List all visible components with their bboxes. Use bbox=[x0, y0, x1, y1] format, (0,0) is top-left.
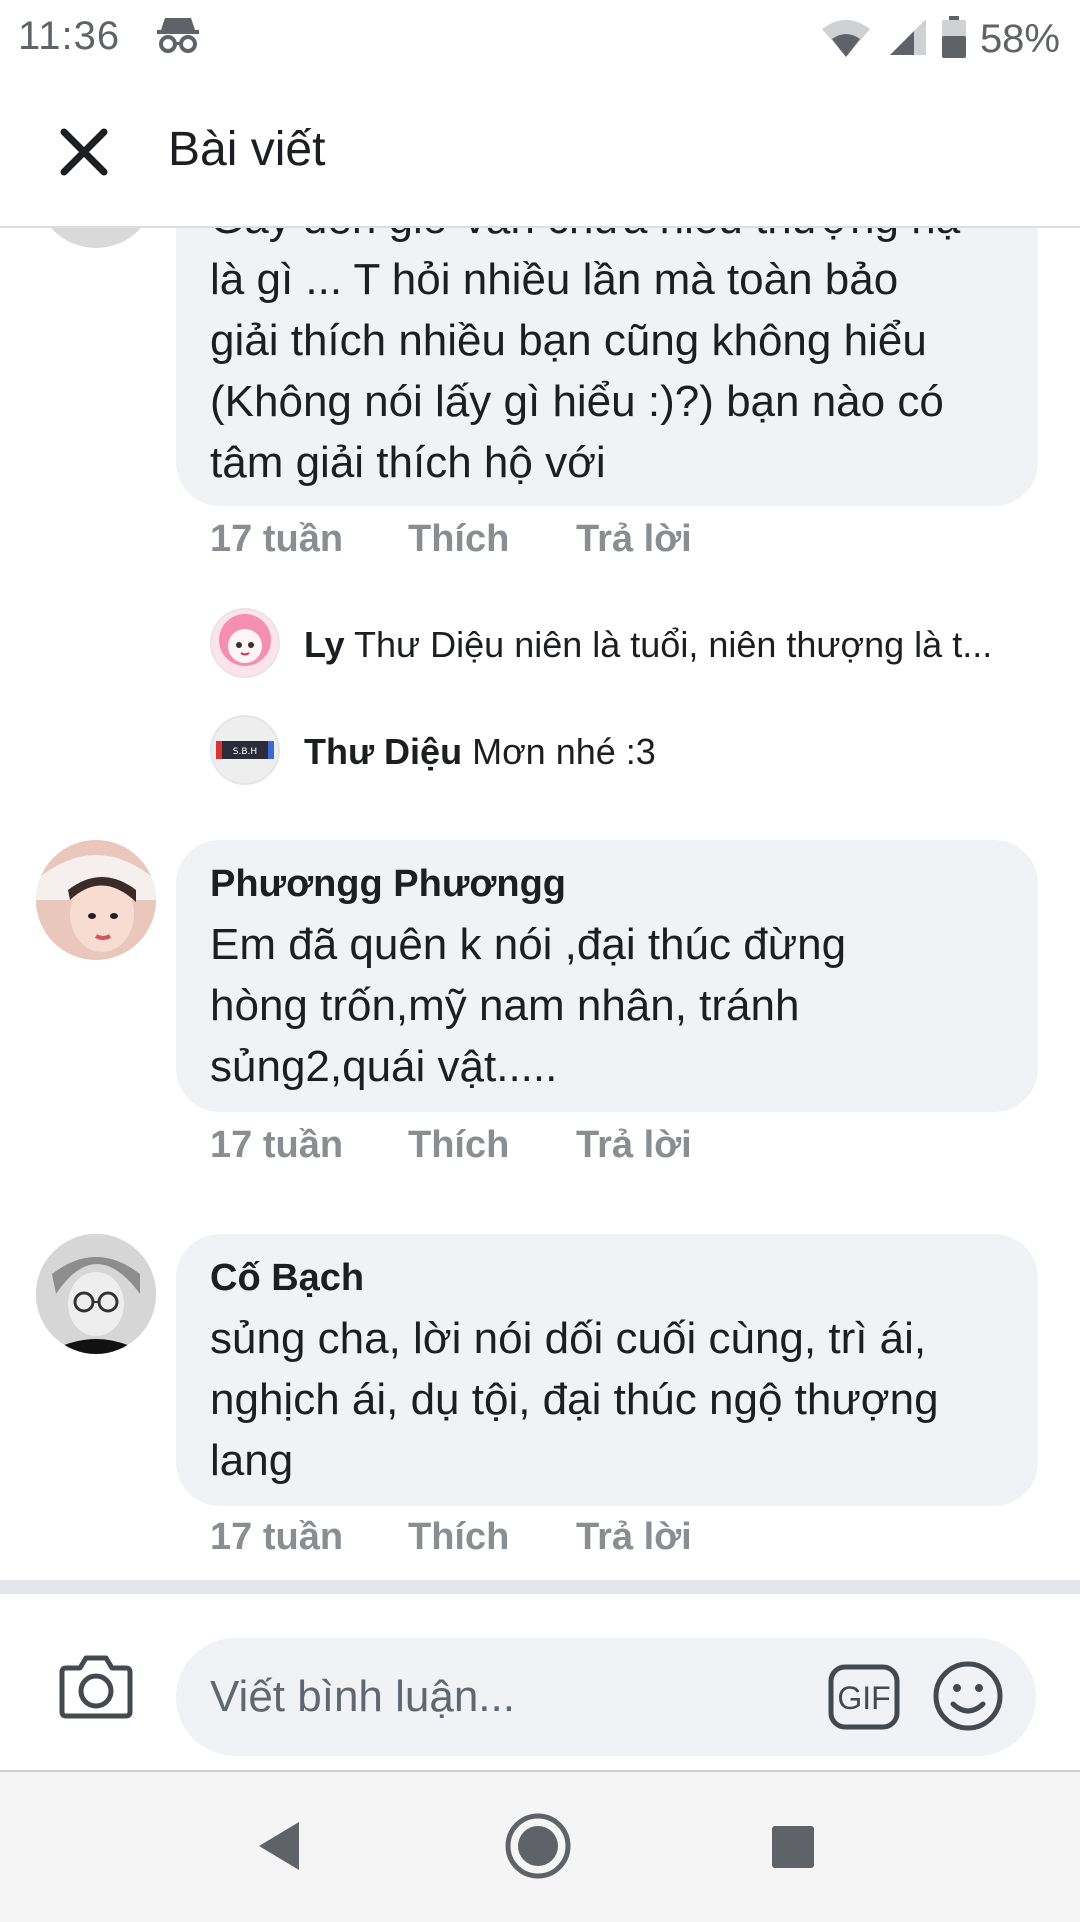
system-nav-bar bbox=[0, 1770, 1080, 1922]
comments-list[interactable]: Gay đến giờ vẫn chưa hiểu thượng hạ là g… bbox=[0, 228, 1080, 1580]
comment-input[interactable] bbox=[176, 1638, 1036, 1756]
like-button[interactable]: Thích bbox=[408, 518, 576, 561]
like-button[interactable]: Thích bbox=[408, 1516, 576, 1559]
comment-composer: GIF bbox=[0, 1580, 1080, 1770]
back-icon[interactable] bbox=[255, 1820, 303, 1877]
avatar[interactable] bbox=[36, 228, 156, 248]
comment-bubble[interactable]: Cố Bạch sủng cha, lời nói dối cuối cùng,… bbox=[176, 1234, 1038, 1506]
comment-text: Gay đến giờ vẫn chưa hiểu thượng hạ là g… bbox=[210, 228, 960, 487]
close-icon[interactable] bbox=[58, 126, 110, 178]
comment-author[interactable]: Cố Bạch bbox=[210, 1256, 1004, 1300]
svg-text:S.B.H: S.B.H bbox=[233, 747, 257, 757]
comment-text: sủng cha, lời nói dối cuối cùng, trì ái,… bbox=[210, 1314, 939, 1485]
status-bar: 11:36 58% bbox=[0, 0, 1080, 80]
gif-label: GIF bbox=[837, 1680, 890, 1716]
battery-icon bbox=[941, 15, 966, 63]
comment-bubble[interactable]: Gay đến giờ vẫn chưa hiểu thượng hạ là g… bbox=[176, 228, 1038, 506]
recent-apps-icon[interactable] bbox=[770, 1824, 816, 1875]
avatar[interactable] bbox=[36, 840, 156, 960]
home-icon[interactable] bbox=[504, 1812, 572, 1885]
comment-actions: 17 tuần Thích Trả lời bbox=[210, 518, 692, 561]
avatar[interactable] bbox=[36, 1234, 156, 1354]
reply-text: Mơn nhé :3 bbox=[472, 731, 656, 772]
comment-time[interactable]: 17 tuần bbox=[210, 518, 408, 561]
reply-item[interactable]: Ly Thư Diệu niên là tuổi, niên thượng là… bbox=[304, 624, 1024, 666]
comment-actions: 17 tuần Thích Trả lời bbox=[210, 1516, 692, 1559]
comment-author[interactable]: Phươngg Phươngg bbox=[210, 862, 1004, 906]
page-title: Bài viết bbox=[168, 123, 326, 176]
reply-button[interactable]: Trả lời bbox=[576, 1516, 692, 1559]
like-button[interactable]: Thích bbox=[408, 1124, 576, 1167]
reply-button[interactable]: Trả lời bbox=[576, 1124, 692, 1167]
status-time: 11:36 bbox=[18, 14, 121, 58]
comment-text: Em đã quên k nói ,đại thúc đừng hòng trố… bbox=[210, 920, 847, 1091]
reply-avatar[interactable] bbox=[210, 608, 280, 678]
reply-author[interactable]: Thư Diệu bbox=[304, 731, 462, 772]
emoji-icon[interactable] bbox=[932, 1660, 1004, 1737]
camera-icon[interactable] bbox=[58, 1654, 134, 1725]
battery-percent: 58% bbox=[979, 16, 1060, 61]
incognito-icon bbox=[155, 12, 201, 61]
reply-item[interactable]: Thư Diệu Mơn nhé :3 bbox=[304, 731, 1024, 773]
reply-avatar[interactable]: S.B.H bbox=[210, 715, 280, 785]
comment-bubble[interactable]: Phươngg Phươngg Em đã quên k nói ,đại th… bbox=[176, 840, 1038, 1112]
comment-time[interactable]: 17 tuần bbox=[210, 1516, 408, 1559]
reply-author[interactable]: Ly bbox=[304, 624, 345, 665]
gif-icon[interactable]: GIF bbox=[828, 1664, 900, 1735]
comment-time[interactable]: 17 tuần bbox=[210, 1124, 408, 1167]
signal-icon bbox=[888, 17, 928, 62]
wifi-icon bbox=[818, 17, 874, 62]
comment-actions: 17 tuần Thích Trả lời bbox=[210, 1124, 692, 1167]
reply-text: Thư Diệu niên là tuổi, niên thượng là t.… bbox=[354, 624, 993, 665]
top-app-bar: Bài viết bbox=[0, 80, 1080, 228]
reply-button[interactable]: Trả lời bbox=[576, 518, 692, 561]
